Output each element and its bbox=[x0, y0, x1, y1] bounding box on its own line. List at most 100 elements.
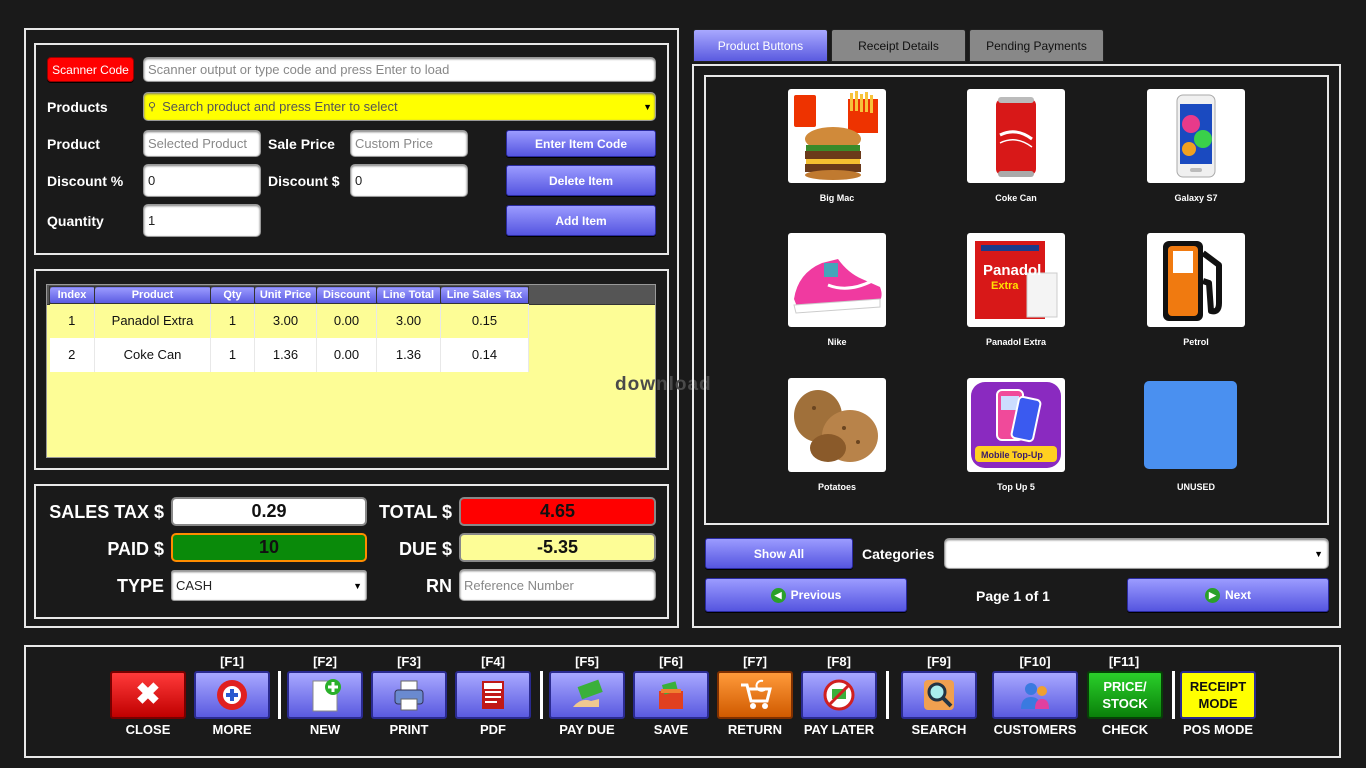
cell-unit-price: 1.36 bbox=[254, 337, 317, 372]
product-button-petrol[interactable] bbox=[1147, 233, 1245, 327]
discount-pct-field[interactable]: 0 bbox=[143, 164, 261, 197]
payment-type-select[interactable]: CASH ▼ bbox=[171, 570, 367, 601]
search-button[interactable] bbox=[901, 671, 977, 719]
tab-receipt-details[interactable]: Receipt Details bbox=[831, 29, 966, 62]
pdf-label: PDF bbox=[480, 722, 506, 737]
total-label: TOTAL $ bbox=[378, 502, 452, 522]
cell-unit-price: 3.00 bbox=[254, 303, 317, 338]
previous-button[interactable]: ◀ Previous bbox=[705, 578, 907, 612]
mobile-topup-text: Mobile Top-Up bbox=[981, 450, 1043, 460]
quantity-label: Quantity bbox=[47, 213, 104, 229]
product-button-potatoes[interactable] bbox=[788, 378, 886, 472]
price-stock-label: PRICE/ STOCK bbox=[1102, 679, 1148, 711]
product-button-nike[interactable] bbox=[788, 233, 886, 327]
cell-line-sales-tax: 0.15 bbox=[440, 303, 529, 338]
extra-text: Extra bbox=[991, 280, 1019, 292]
discount-amt-field[interactable]: 0 bbox=[350, 164, 468, 197]
type-label: TYPE bbox=[116, 576, 164, 596]
items-table: Index Product Qty Unit Price Discount Li… bbox=[49, 286, 529, 372]
product-name: Panadol Extra bbox=[985, 337, 1047, 347]
product-button-top-up-5[interactable]: Mobile Top-Up bbox=[967, 378, 1065, 472]
chevron-down-icon[interactable]: ▼ bbox=[643, 102, 652, 112]
product-button-coke-can[interactable] bbox=[967, 89, 1065, 183]
due-field: -5.35 bbox=[459, 533, 656, 562]
more-button[interactable] bbox=[194, 671, 270, 719]
page-indicator: Page 1 of 1 bbox=[976, 588, 1050, 604]
product-search-input[interactable]: ⚲ Search product and press Enter to sele… bbox=[143, 92, 656, 121]
customers-icon bbox=[1021, 683, 1049, 709]
next-button[interactable]: ▶ Next bbox=[1127, 578, 1329, 612]
fkey-f1: [F1] bbox=[220, 654, 244, 669]
tab-product-buttons[interactable]: Product Buttons bbox=[693, 29, 828, 62]
custom-price-field[interactable]: Custom Price bbox=[350, 130, 468, 157]
fkey-f9: [F9] bbox=[927, 654, 951, 669]
paid-field[interactable]: 10 bbox=[171, 533, 367, 562]
toolbar-divider bbox=[1172, 671, 1175, 719]
new-document-icon bbox=[312, 679, 341, 712]
pay-later-label: PAY LATER bbox=[803, 722, 875, 737]
due-label: DUE $ bbox=[398, 539, 452, 559]
product-button-galaxy-s7[interactable] bbox=[1147, 89, 1245, 183]
product-button-big-mac[interactable] bbox=[788, 89, 886, 183]
cell-product: Coke Can bbox=[94, 337, 211, 372]
close-button[interactable]: ✖ bbox=[110, 671, 186, 719]
categories-select[interactable]: ▼ bbox=[944, 538, 1329, 569]
categories-label: Categories bbox=[862, 546, 935, 562]
col-line-total[interactable]: Line Total bbox=[376, 286, 441, 304]
product-search-placeholder: Search product and press Enter to select bbox=[162, 99, 398, 114]
add-item-button[interactable]: Add Item bbox=[506, 205, 656, 236]
pay-later-button[interactable] bbox=[801, 671, 877, 719]
reference-number-field[interactable]: Reference Number bbox=[459, 569, 656, 601]
product-button-unused[interactable] bbox=[1144, 381, 1237, 469]
burger-icon bbox=[794, 91, 878, 180]
scanner-code-button[interactable]: Scanner Code bbox=[47, 57, 134, 82]
toolbar-divider bbox=[540, 671, 543, 719]
col-discount[interactable]: Discount bbox=[316, 286, 377, 304]
price-stock-check-button[interactable]: PRICE/ STOCK bbox=[1087, 671, 1163, 719]
cell-index: 1 bbox=[49, 303, 95, 338]
col-unit-price[interactable]: Unit Price bbox=[254, 286, 317, 304]
search-label: SEARCH bbox=[911, 722, 967, 737]
customers-button[interactable] bbox=[992, 671, 1078, 719]
col-qty[interactable]: Qty bbox=[210, 286, 255, 304]
table-row[interactable]: 2 Coke Can 1 1.36 0.00 1.36 0.14 bbox=[49, 337, 529, 372]
pdf-button[interactable] bbox=[455, 671, 531, 719]
check-label: CHECK bbox=[1101, 722, 1149, 737]
search-icon bbox=[924, 680, 954, 710]
col-product[interactable]: Product bbox=[94, 286, 211, 304]
cell-qty: 1 bbox=[210, 303, 255, 338]
discount-amt-label: Discount $ bbox=[268, 173, 340, 189]
more-label: MORE bbox=[212, 722, 252, 737]
show-all-button[interactable]: Show All bbox=[705, 538, 853, 569]
sales-tax-label: SALES TAX $ bbox=[49, 502, 164, 522]
receipt-mode-button[interactable]: RECEIPT MODE bbox=[1180, 671, 1256, 719]
delete-item-button[interactable]: Delete Item bbox=[506, 165, 656, 196]
product-name: Nike bbox=[827, 337, 847, 347]
chevron-down-icon: ▼ bbox=[353, 580, 362, 591]
table-row[interactable]: 1 Panadol Extra 1 3.00 0.00 3.00 0.15 bbox=[49, 303, 529, 338]
close-icon: ✖ bbox=[135, 678, 161, 711]
print-button[interactable] bbox=[371, 671, 447, 719]
product-button-panadol-extra[interactable]: Panadol Extra bbox=[967, 233, 1065, 327]
pay-due-button[interactable] bbox=[549, 671, 625, 719]
col-line-sales-tax[interactable]: Line Sales Tax bbox=[440, 286, 529, 304]
fkey-f5: [F5] bbox=[575, 654, 599, 669]
panadol-text: Panadol bbox=[983, 262, 1041, 279]
save-button[interactable] bbox=[633, 671, 709, 719]
col-index[interactable]: Index bbox=[49, 286, 95, 304]
selected-product-field[interactable]: Selected Product bbox=[143, 130, 261, 157]
cell-discount: 0.00 bbox=[316, 303, 377, 338]
fkey-f4: [F4] bbox=[481, 654, 505, 669]
sales-tax-field: 0.29 bbox=[171, 497, 367, 526]
enter-item-code-button[interactable]: Enter Item Code bbox=[506, 130, 656, 157]
scanner-input[interactable]: Scanner output or type code and press En… bbox=[143, 57, 656, 82]
tab-pending-payments[interactable]: Pending Payments bbox=[969, 29, 1104, 62]
payment-type-value: CASH bbox=[176, 578, 213, 593]
chevron-down-icon: ▼ bbox=[1314, 548, 1323, 559]
quantity-field[interactable]: 1 bbox=[143, 204, 261, 237]
new-button[interactable] bbox=[287, 671, 363, 719]
toolbar-divider bbox=[278, 671, 281, 719]
return-button[interactable] bbox=[717, 671, 793, 719]
product-name: Coke Can bbox=[995, 193, 1037, 203]
medicine-box-icon: Panadol Extra bbox=[975, 241, 1058, 319]
